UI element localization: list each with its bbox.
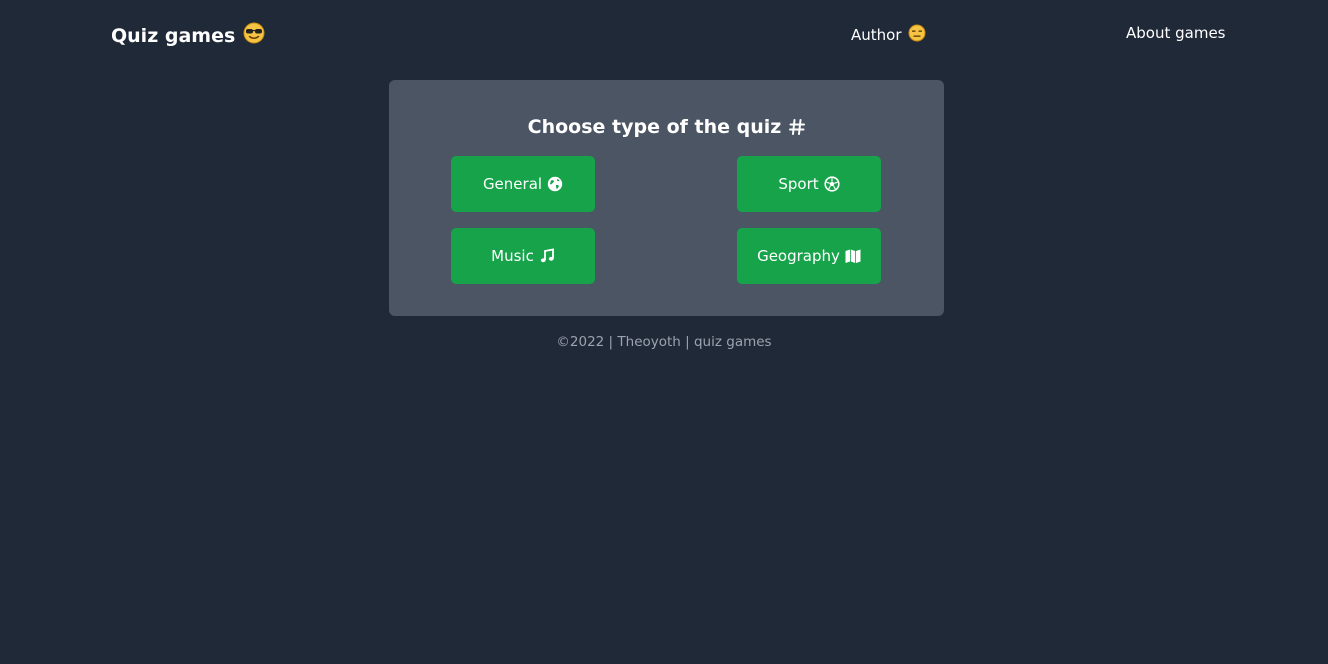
navbar: Quiz games Author About games xyxy=(0,0,1328,70)
sport-quiz-button[interactable]: Sport xyxy=(737,156,881,212)
nav-author-label: Author xyxy=(851,26,902,44)
music-note-icon xyxy=(539,248,555,264)
globe-icon xyxy=(547,176,563,192)
map-icon xyxy=(845,248,861,264)
music-quiz-button[interactable]: Music xyxy=(451,228,595,284)
nav-about-link[interactable]: About games xyxy=(1126,24,1226,42)
expressionless-emoji-icon xyxy=(908,24,926,46)
general-quiz-button[interactable]: General xyxy=(451,156,595,212)
hashtag-icon xyxy=(789,119,806,135)
panel-title-text: Choose type of the quiz xyxy=(527,116,782,138)
panel-heading: Choose type of the quiz xyxy=(389,116,944,138)
nav-author-link[interactable]: Author xyxy=(851,24,926,46)
geography-quiz-button[interactable]: Geography xyxy=(737,228,881,284)
footer-text: ©2022 | Theoyoth | quiz games xyxy=(556,334,772,350)
soccer-ball-icon xyxy=(824,176,840,192)
general-button-label: General xyxy=(482,175,543,193)
quiz-type-panel: Choose type of the quiz General Sport Mu… xyxy=(389,80,944,316)
brand-title: Quiz games xyxy=(111,24,236,47)
music-button-label: Music xyxy=(491,247,534,265)
geography-button-label: Geography xyxy=(757,247,840,265)
sport-button-label: Sport xyxy=(778,175,819,193)
nav-about-label: About games xyxy=(1126,24,1226,42)
sunglasses-emoji-icon xyxy=(243,22,265,49)
footer: ©2022 | Theoyoth | quiz games xyxy=(0,334,1328,350)
brand-link[interactable]: Quiz games xyxy=(111,22,265,49)
